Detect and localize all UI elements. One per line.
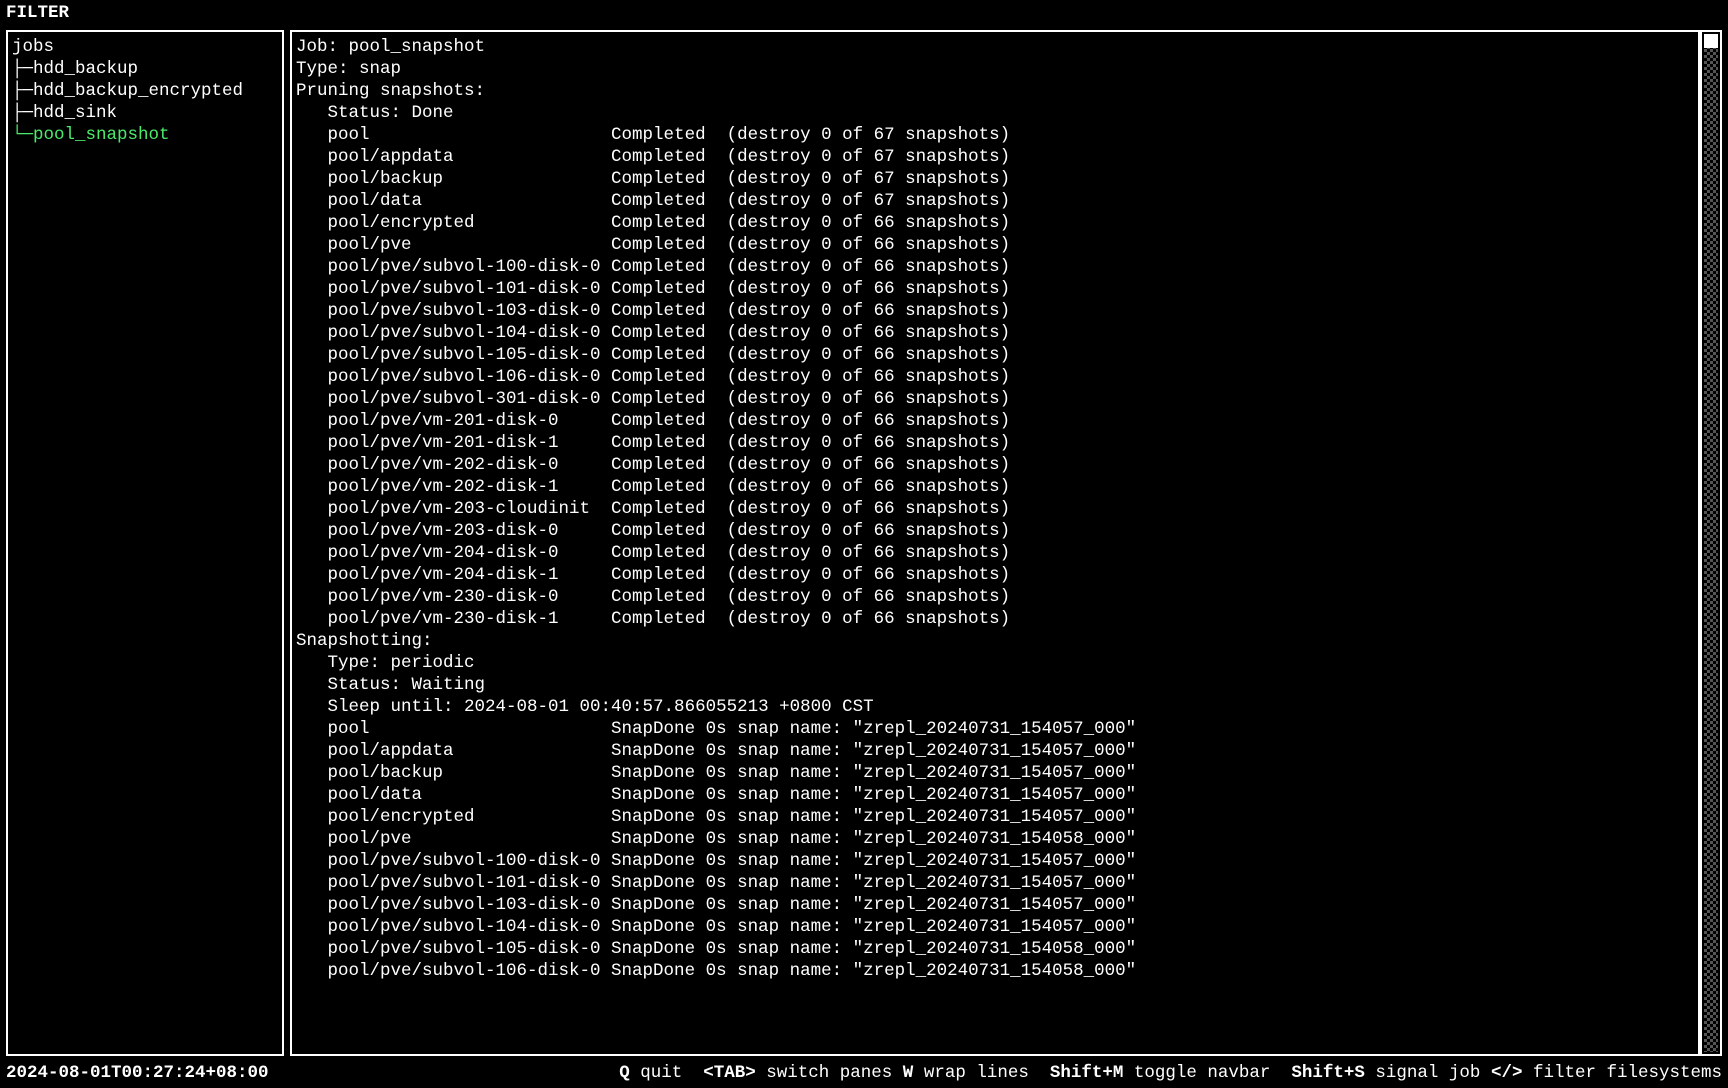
filter-bar[interactable]: FILTER <box>0 0 1728 26</box>
scrollbar-thumb[interactable] <box>1704 34 1718 48</box>
pruning-status: Status: Done <box>296 102 1694 124</box>
hint-key: W <box>903 1062 914 1084</box>
sidebar-item-hdd_sink[interactable]: ├─hdd_sink <box>12 102 278 124</box>
sidebar-item-hdd_backup[interactable]: ├─hdd_backup <box>12 58 278 80</box>
pruning-row: pool/pve/vm-203-cloudinit Completed (des… <box>296 498 1694 520</box>
snapshot-row: pool/data SnapDone 0s snap name: "zrepl_… <box>296 784 1694 806</box>
jobs-pane[interactable]: jobs ├─hdd_backup├─hdd_backup_encrypted├… <box>6 30 284 1056</box>
snapshot-row: pool/backup SnapDone 0s snap name: "zrep… <box>296 762 1694 784</box>
scrollbar[interactable] <box>1700 30 1722 1056</box>
snapshot-row: pool/pve/subvol-100-disk-0 SnapDone 0s s… <box>296 850 1694 872</box>
status-bar: 2024-08-01T00:27:24+08:00 Q quit <TAB> s… <box>0 1060 1728 1088</box>
hint-desc: wrap lines <box>913 1062 1050 1084</box>
hint-key: Q <box>619 1062 630 1084</box>
pruning-row: pool/pve/vm-204-disk-0 Completed (destro… <box>296 542 1694 564</box>
pruning-row: pool/pve/vm-202-disk-0 Completed (destro… <box>296 454 1694 476</box>
pruning-row: pool/pve/subvol-103-disk-0 Completed (de… <box>296 300 1694 322</box>
pruning-row: pool/pve/vm-204-disk-1 Completed (destro… <box>296 564 1694 586</box>
pruning-row: pool/pve/vm-201-disk-0 Completed (destro… <box>296 410 1694 432</box>
hint-key: Shift+S <box>1291 1062 1365 1084</box>
pruning-header: Pruning snapshots: <box>296 80 1694 102</box>
pruning-row: pool/pve/subvol-106-disk-0 Completed (de… <box>296 366 1694 388</box>
hint-desc: signal job <box>1365 1062 1491 1084</box>
detail-pane[interactable]: Job: pool_snapshotType: snapPruning snap… <box>290 30 1700 1056</box>
tree-branch-icon: ├─ <box>12 59 33 79</box>
hint-desc: quit <box>630 1062 704 1084</box>
snapshot-row: pool/encrypted SnapDone 0s snap name: "z… <box>296 806 1694 828</box>
pruning-row: pool/pve/subvol-100-disk-0 Completed (de… <box>296 256 1694 278</box>
pruning-row: pool/backup Completed (destroy 0 of 67 s… <box>296 168 1694 190</box>
snapshot-row: pool/pve/subvol-105-disk-0 SnapDone 0s s… <box>296 938 1694 960</box>
pruning-row: pool/pve/vm-202-disk-1 Completed (destro… <box>296 476 1694 498</box>
pruning-row: pool Completed (destroy 0 of 67 snapshot… <box>296 124 1694 146</box>
job-line: Job: pool_snapshot <box>296 36 1694 58</box>
hint-desc: filter filesystems <box>1522 1062 1722 1084</box>
snapshot-row: pool/pve/subvol-103-disk-0 SnapDone 0s s… <box>296 894 1694 916</box>
sidebar-item-label: pool_snapshot <box>33 125 170 145</box>
tree-branch-icon: ├─ <box>12 103 33 123</box>
pruning-row: pool/pve/vm-203-disk-0 Completed (destro… <box>296 520 1694 542</box>
hint-key: <TAB> <box>703 1062 756 1084</box>
pruning-row: pool/data Completed (destroy 0 of 67 sna… <box>296 190 1694 212</box>
pruning-row: pool/pve/vm-201-disk-1 Completed (destro… <box>296 432 1694 454</box>
snapshot-row: pool/pve SnapDone 0s snap name: "zrepl_2… <box>296 828 1694 850</box>
snapshot-row: pool SnapDone 0s snap name: "zrepl_20240… <box>296 718 1694 740</box>
tree-branch-icon: ├─ <box>12 81 33 101</box>
scrollbar-track[interactable] <box>1704 34 1718 1052</box>
snapshot-row: pool/pve/subvol-101-disk-0 SnapDone 0s s… <box>296 872 1694 894</box>
snapshot-row: pool/appdata SnapDone 0s snap name: "zre… <box>296 740 1694 762</box>
snapshotting-type: Type: periodic <box>296 652 1694 674</box>
pruning-row: pool/encrypted Completed (destroy 0 of 6… <box>296 212 1694 234</box>
filter-title: FILTER <box>6 3 69 23</box>
hint-desc: switch panes <box>756 1062 903 1084</box>
status-timestamp: 2024-08-01T00:27:24+08:00 <box>6 1062 269 1084</box>
sidebar-item-label: hdd_backup <box>33 59 138 79</box>
sidebar-item-label: hdd_sink <box>33 103 117 123</box>
sidebar-item-pool_snapshot[interactable]: └─pool_snapshot <box>12 124 278 146</box>
snapshotting-sleep: Sleep until: 2024-08-01 00:40:57.8660552… <box>296 696 1694 718</box>
pruning-row: pool/pve/subvol-104-disk-0 Completed (de… <box>296 322 1694 344</box>
sidebar-item-hdd_backup_encrypted[interactable]: ├─hdd_backup_encrypted <box>12 80 278 102</box>
pruning-row: pool/pve/subvol-101-disk-0 Completed (de… <box>296 278 1694 300</box>
pruning-row: pool/pve/vm-230-disk-0 Completed (destro… <box>296 586 1694 608</box>
snapshotting-status: Status: Waiting <box>296 674 1694 696</box>
pruning-row: pool/pve/subvol-301-disk-0 Completed (de… <box>296 388 1694 410</box>
pruning-row: pool/pve/subvol-105-disk-0 Completed (de… <box>296 344 1694 366</box>
snapshot-row: pool/pve/subvol-106-disk-0 SnapDone 0s s… <box>296 960 1694 982</box>
sidebar-item-label: hdd_backup_encrypted <box>33 81 243 101</box>
pruning-row: pool/pve/vm-230-disk-1 Completed (destro… <box>296 608 1694 630</box>
tree-branch-icon: └─ <box>12 125 33 145</box>
snapshot-row: pool/pve/subvol-104-disk-0 SnapDone 0s s… <box>296 916 1694 938</box>
pruning-row: pool/appdata Completed (destroy 0 of 67 … <box>296 146 1694 168</box>
jobs-tree-header: jobs <box>12 36 278 58</box>
hint-key: </> <box>1491 1062 1523 1084</box>
hint-desc: toggle navbar <box>1123 1062 1291 1084</box>
pruning-row: pool/pve Completed (destroy 0 of 66 snap… <box>296 234 1694 256</box>
hint-key: Shift+M <box>1050 1062 1124 1084</box>
snapshotting-header: Snapshotting: <box>296 630 1694 652</box>
type-line: Type: snap <box>296 58 1694 80</box>
